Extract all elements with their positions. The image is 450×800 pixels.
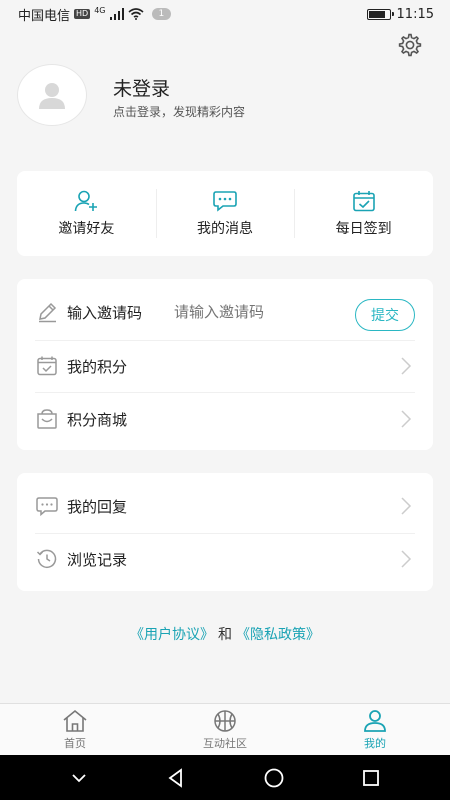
- tab-label: 首页: [64, 736, 86, 750]
- back-icon[interactable]: [165, 767, 187, 789]
- menu-row-points-shop[interactable]: 积分商城: [17, 393, 433, 445]
- quick-actions-card: 邀请好友 我的消息 每日签到: [17, 171, 433, 256]
- daily-checkin-button[interactable]: 每日签到: [294, 171, 433, 256]
- menu-row-browse-history[interactable]: 浏览记录: [17, 533, 433, 585]
- quick-item-label: 我的消息: [197, 220, 253, 237]
- legal-and-text: 和: [218, 627, 232, 643]
- profile-icon: [364, 709, 386, 732]
- status-right: 11:15: [366, 6, 434, 22]
- message-icon: [213, 190, 237, 212]
- login-title[interactable]: 未登录: [113, 74, 170, 101]
- calendar-check-icon: [352, 190, 375, 211]
- network-type: 4G: [94, 5, 106, 15]
- status-bar: 中国电信 HD 4G 1 11:15: [0, 0, 450, 28]
- legal-links: 《用户协议》和《隐私政策》: [0, 624, 450, 644]
- invite-friend-button[interactable]: 邀请好友: [17, 171, 156, 256]
- wifi-icon: [127, 8, 144, 20]
- battery-icon: [366, 8, 394, 20]
- invite-code-input[interactable]: [174, 303, 315, 321]
- invite-code-row: 输入邀请码 提交: [17, 285, 433, 339]
- my-messages-button[interactable]: 我的消息: [155, 171, 295, 256]
- chevron-right-icon: [401, 410, 412, 428]
- default-avatar-icon: [39, 83, 65, 109]
- tab-label: 互动社区: [203, 736, 247, 750]
- chevron-down-icon[interactable]: [68, 767, 90, 789]
- menu-row-my-replies[interactable]: 我的回复: [17, 480, 433, 532]
- menu-card-points: 输入邀请码 提交 我的积分 积分商城: [17, 279, 433, 450]
- chevron-right-icon: [401, 357, 412, 375]
- invite-friend-icon: [75, 190, 98, 211]
- notification-badge: 1: [151, 8, 172, 20]
- menu-card-activity: 我的回复 浏览记录: [17, 473, 433, 591]
- home-icon: [63, 709, 87, 732]
- menu-row-label: 积分商城: [67, 410, 128, 429]
- menu-row-label: 我的积分: [67, 357, 128, 376]
- community-icon: [214, 709, 236, 732]
- menu-row-my-points[interactable]: 我的积分: [17, 340, 433, 392]
- reply-icon: [35, 494, 59, 518]
- menu-row-label: 我的回复: [67, 497, 128, 516]
- quick-item-label: 每日签到: [335, 220, 392, 237]
- invite-code-label: 输入邀请码: [67, 303, 143, 322]
- user-agreement-link[interactable]: 《用户协议》: [130, 627, 214, 643]
- system-nav-bar: [0, 755, 450, 800]
- tab-label: 我的: [364, 736, 386, 750]
- tab-home[interactable]: 首页: [0, 704, 150, 755]
- clock: 11:15: [396, 6, 434, 22]
- chevron-right-icon: [401, 550, 412, 568]
- status-left: 中国电信 HD 4G 1: [18, 5, 172, 24]
- recent-apps-icon[interactable]: [360, 767, 382, 789]
- points-icon: [35, 354, 59, 378]
- bottom-tab-bar: 首页 互动社区 我的: [0, 703, 450, 755]
- tab-mine[interactable]: 我的: [300, 704, 450, 755]
- home-circle-icon[interactable]: [263, 767, 285, 789]
- login-subtitle[interactable]: 点击登录，发现精彩内容: [113, 103, 245, 120]
- tab-community[interactable]: 互动社区: [150, 704, 300, 755]
- quick-item-label: 邀请好友: [58, 220, 115, 237]
- pencil-icon: [35, 300, 59, 324]
- history-icon: [35, 547, 59, 571]
- menu-row-label: 浏览记录: [67, 550, 128, 569]
- avatar[interactable]: [17, 64, 87, 126]
- signal-icon: [109, 8, 124, 20]
- submit-invite-button[interactable]: 提交: [355, 299, 415, 331]
- shop-icon: [35, 407, 59, 431]
- battery-fill: [368, 10, 385, 18]
- gear-icon[interactable]: [397, 32, 423, 58]
- carrier-name: 中国电信: [18, 8, 71, 24]
- chevron-right-icon: [401, 497, 412, 515]
- privacy-policy-link[interactable]: 《隐私政策》: [236, 627, 320, 643]
- hd-badge: HD: [74, 9, 91, 19]
